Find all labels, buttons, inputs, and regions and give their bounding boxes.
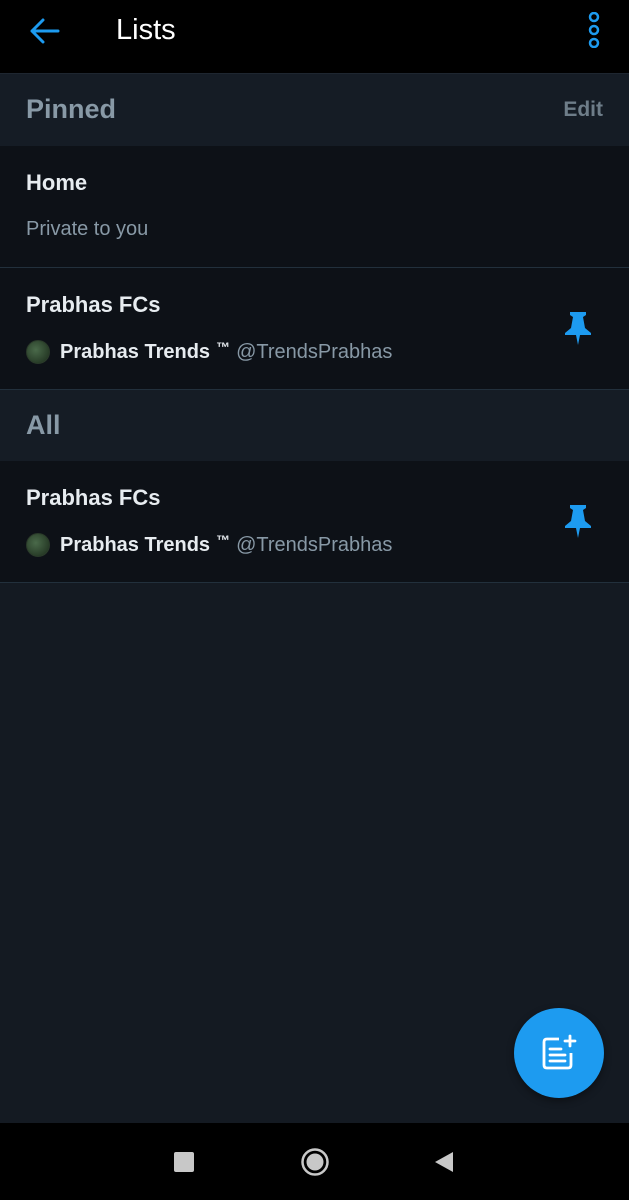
list-name: Home: [26, 170, 88, 195]
list-item-prabhas-fcs[interactable]: Prabhas FCs Prabhas Trends ™ @TrendsPrab…: [0, 461, 629, 583]
system-back-button[interactable]: [432, 1150, 456, 1174]
owner-handle: @TrendsPrabhas: [236, 533, 393, 556]
pinned-section-header: Pinned Edit: [0, 74, 629, 146]
list-privacy-text: Private to you: [26, 218, 149, 240]
list-name: Prabhas FCs: [26, 485, 161, 510]
list-item-prabhas-fcs-pinned[interactable]: Prabhas FCs Prabhas Trends ™ @TrendsPrab…: [0, 268, 629, 390]
list-item-home[interactable]: Home Private to you: [0, 146, 629, 268]
new-list-icon: [542, 1034, 577, 1070]
unpin-button[interactable]: [561, 308, 595, 348]
edit-button[interactable]: Edit: [563, 98, 603, 122]
more-options-button[interactable]: [580, 10, 608, 50]
section-title-pinned: Pinned: [26, 94, 117, 124]
avatar: [26, 533, 50, 557]
arrow-left-icon: [30, 18, 60, 44]
unpin-button[interactable]: [561, 501, 595, 541]
more-vertical-icon: [588, 12, 600, 48]
pin-icon: [565, 312, 591, 345]
recent-apps-button[interactable]: [174, 1152, 194, 1172]
trademark-mark: ™: [216, 339, 231, 355]
page-title: Lists: [116, 14, 176, 46]
home-button[interactable]: [300, 1147, 330, 1177]
back-button[interactable]: [26, 12, 64, 50]
all-section-header: All: [0, 390, 629, 462]
list-owner: Prabhas Trends ™ @TrendsPrabhas: [26, 532, 393, 557]
list-owner: Prabhas Trends ™ @TrendsPrabhas: [26, 339, 393, 364]
avatar: [26, 340, 50, 364]
top-app-bar: Lists: [0, 0, 629, 74]
owner-handle: @TrendsPrabhas: [236, 340, 393, 363]
triangle-back-icon: [435, 1152, 453, 1172]
owner-name: Prabhas Trends: [60, 340, 211, 363]
owner-name: Prabhas Trends: [60, 533, 211, 556]
pin-icon: [565, 505, 591, 538]
create-list-button[interactable]: [514, 1008, 604, 1098]
list-name: Prabhas FCs: [26, 292, 161, 317]
system-navigation-bar: [0, 1123, 629, 1200]
section-title-all: All: [26, 410, 61, 440]
home-circle-icon: [301, 1148, 329, 1176]
trademark-mark: ™: [216, 532, 231, 548]
